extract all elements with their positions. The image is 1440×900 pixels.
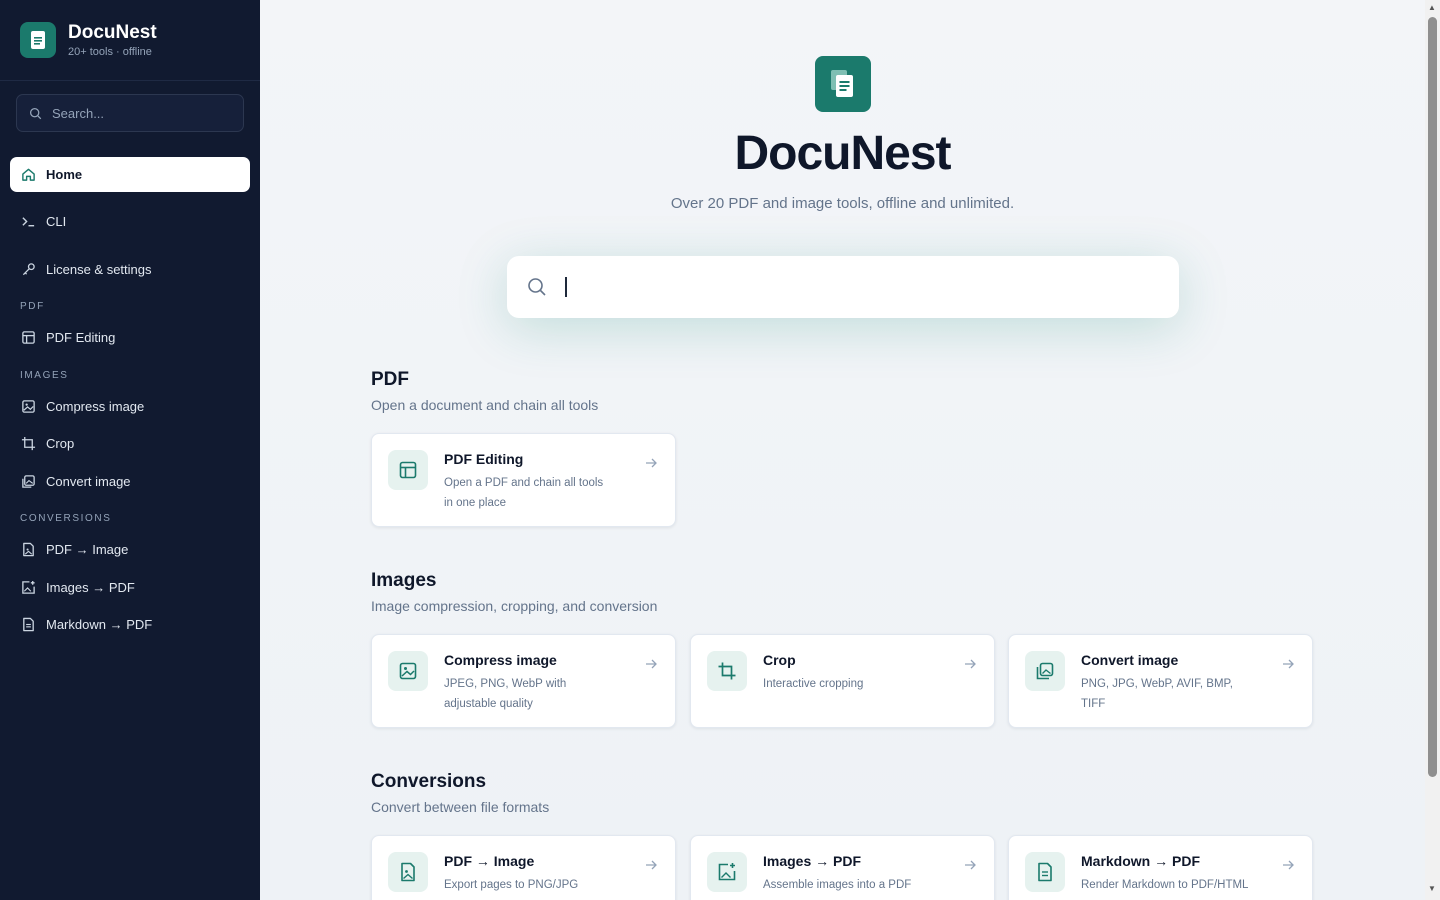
main-content: DocuNest Over 20 PDF and image tools, of… (260, 0, 1425, 900)
brand-name: DocuNest (68, 22, 157, 43)
hero-search-input[interactable] (567, 278, 1167, 296)
terminal-icon (20, 214, 36, 230)
card-description: Interactive cropping (763, 678, 864, 690)
arrow-right-icon (1283, 659, 1294, 669)
brand-tagline: 20+ tools · offline (68, 46, 152, 58)
hero-search[interactable] (507, 256, 1179, 318)
sidebar-item-label: Crop (46, 436, 75, 451)
vertical-scrollbar[interactable]: ▲ ▼ (1425, 0, 1440, 900)
card-title: Crop (763, 652, 796, 668)
sidebar-item-label: Markdown → PDF (46, 617, 153, 632)
section-label-images: IMAGES (20, 370, 69, 381)
page-subtitle: Over 20 PDF and image tools, offline and… (670, 195, 1015, 212)
section-desc-conversions: Convert between file formats (371, 799, 550, 815)
section-desc-pdf: Open a document and chain all tools (371, 397, 599, 413)
sidebar-item-crop[interactable]: Crop (10, 426, 250, 461)
sidebar-item-home[interactable]: Home (10, 157, 250, 192)
scrollbar-thumb[interactable] (1428, 17, 1437, 777)
card-title: Convert image (1081, 652, 1179, 668)
home-icon (20, 167, 36, 183)
card-title: Images → PDF (763, 853, 862, 869)
image-plus-icon (20, 580, 36, 596)
sidebar-item-label: License & settings (46, 262, 152, 277)
section-label-conversions: CONVERSIONS (20, 513, 112, 524)
tool-card-pdf-editing[interactable]: PDF Editing Open a PDF and chain all too… (371, 433, 676, 527)
crop-icon (707, 651, 747, 691)
card-title: Markdown → PDF (1081, 853, 1201, 869)
image-compress-icon (20, 399, 36, 415)
search-icon (29, 107, 42, 119)
scroll-down-arrow-icon[interactable]: ▼ (1428, 884, 1436, 893)
sidebar-item-compress-image[interactable]: Compress image (10, 389, 250, 424)
section-desc-images: Image compression, cropping, and convers… (371, 598, 658, 614)
tool-card-crop[interactable]: Crop Interactive cropping (690, 634, 995, 728)
sidebar-item-label: Images → PDF (46, 580, 135, 595)
card-description: Export pages to PNG/JPG (444, 879, 579, 891)
sidebar-item-label: Convert image (46, 474, 131, 489)
sidebar-item-pdf-editing[interactable]: PDF Editing (10, 320, 250, 355)
section-title-images: Images (371, 570, 437, 591)
sidebar: DocuNest 20+ tools · offline Home CLI Li… (0, 0, 260, 900)
tool-card-images-to-pdf[interactable]: Images → PDF Assemble images into a PDF (690, 835, 995, 900)
sidebar-item-label: CLI (46, 214, 67, 229)
file-image-icon (388, 852, 428, 892)
image-compress-icon (388, 651, 428, 691)
image-convert-icon (1025, 651, 1065, 691)
card-title: PDF → Image (444, 853, 535, 869)
image-convert-icon (20, 474, 36, 490)
card-title: Compress image (444, 652, 557, 668)
sidebar-item-label: Home (46, 167, 83, 182)
sidebar-item-license[interactable]: License & settings (10, 252, 250, 287)
card-description: Open a PDF and chain all tools in one pl… (444, 477, 604, 509)
key-icon (20, 262, 36, 278)
brand[interactable]: DocuNest 20+ tools · offline (0, 0, 260, 81)
sidebar-search[interactable] (16, 94, 244, 132)
arrow-right-icon (965, 860, 976, 870)
crop-icon (20, 436, 36, 452)
page-title: DocuNest (734, 127, 951, 180)
arrow-right-icon (965, 659, 976, 669)
arrow-right-icon (646, 659, 657, 669)
sidebar-search-input[interactable] (52, 105, 232, 121)
section-title-conversions: Conversions (371, 771, 487, 792)
tool-card-pdf-to-image[interactable]: PDF → Image Export pages to PNG/JPG (371, 835, 676, 900)
image-plus-icon (707, 852, 747, 892)
file-image-icon (20, 542, 36, 558)
sidebar-item-markdown-to-pdf[interactable]: Markdown → PDF (10, 607, 250, 642)
section-label-pdf: PDF (20, 301, 45, 312)
layout-icon (388, 450, 428, 490)
card-description: PNG, JPG, WebP, AVIF, BMP, TIFF (1081, 678, 1233, 710)
sidebar-item-label: PDF Editing (46, 330, 116, 345)
document-logo-icon (815, 56, 871, 112)
tool-card-compress-image[interactable]: Compress image JPEG, PNG, WebP with adju… (371, 634, 676, 728)
section-title-pdf: PDF (371, 369, 409, 390)
tool-card-markdown-to-pdf[interactable]: Markdown → PDF Render Markdown to PDF/HT… (1008, 835, 1313, 900)
sidebar-item-images-to-pdf[interactable]: Images → PDF (10, 570, 250, 605)
sidebar-item-cli[interactable]: CLI (10, 204, 250, 239)
file-text-icon (1025, 852, 1065, 892)
card-description: Render Markdown to PDF/HTML (1081, 879, 1249, 891)
scroll-up-arrow-icon[interactable]: ▲ (1428, 3, 1436, 12)
card-title: PDF Editing (444, 451, 524, 467)
tool-card-convert-image[interactable]: Convert image PNG, JPG, WebP, AVIF, BMP,… (1008, 634, 1313, 728)
document-logo-icon (20, 22, 56, 58)
sidebar-item-label: PDF → Image (46, 542, 129, 557)
arrow-right-icon (646, 860, 657, 870)
card-description: Assemble images into a PDF (763, 879, 912, 891)
file-text-icon (20, 617, 36, 633)
sidebar-item-label: Compress image (46, 399, 145, 414)
layout-icon (20, 330, 36, 346)
sidebar-item-pdf-to-image[interactable]: PDF → Image (10, 532, 250, 567)
arrow-right-icon (646, 458, 657, 468)
search-icon (528, 278, 546, 296)
card-description: JPEG, PNG, WebP with adjustable quality (444, 678, 567, 710)
arrow-right-icon (1283, 860, 1294, 870)
sidebar-item-convert-image[interactable]: Convert image (10, 464, 250, 499)
